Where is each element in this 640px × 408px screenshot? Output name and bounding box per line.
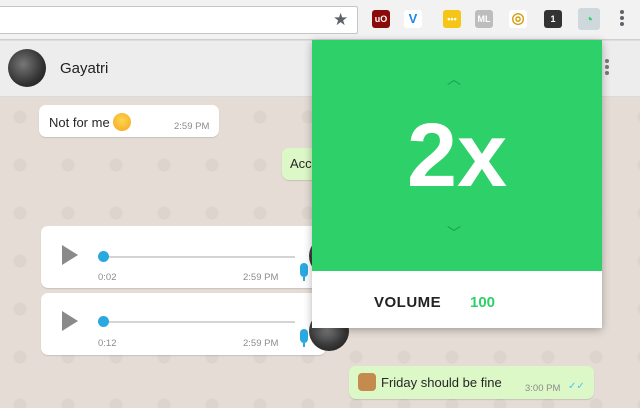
audio-progress-knob[interactable] — [98, 251, 109, 262]
read-receipt-icon: ✓✓ — [568, 381, 585, 392]
speed-panel: ︿ 2x ﹀ — [312, 40, 602, 271]
volume-value[interactable]: 100 — [470, 294, 495, 311]
message-bubble: Friday should be fine 3:00 PM ✓✓ — [349, 366, 594, 399]
contact-name[interactable]: Gayatri — [60, 60, 108, 77]
audio-progress-track[interactable] — [101, 256, 295, 258]
message-bubble: Not for me 2:59 PM — [39, 105, 219, 137]
volume-label: VOLUME — [374, 294, 442, 311]
message-time: 2:59 PM — [243, 338, 279, 349]
speed-extension-icon[interactable]: ◔ — [578, 8, 600, 30]
speed-down-icon[interactable]: ﹀ — [442, 226, 466, 240]
play-icon[interactable] — [62, 311, 78, 331]
circle-extension-icon[interactable]: ◎ — [509, 10, 527, 28]
notes-extension-icon[interactable]: ••• — [443, 10, 461, 28]
grimace-emoji-icon — [112, 113, 131, 131]
message-time: 2:59 PM — [174, 121, 210, 132]
message-time: 2:59 PM — [243, 272, 279, 283]
message-text: Friday should be fine — [381, 375, 502, 390]
microphone-icon — [300, 263, 308, 281]
speed-value: 2x — [406, 106, 508, 206]
browser-menu-icon[interactable] — [616, 8, 628, 32]
address-bar[interactable] — [0, 6, 358, 34]
bookmark-star-icon[interactable]: ★ — [333, 10, 348, 30]
audio-progress-track[interactable] — [101, 321, 295, 323]
messages-extension-icon[interactable]: 1 — [544, 10, 562, 28]
message-time: 3:00 PM — [525, 383, 561, 394]
ublock-extension-icon[interactable]: uO — [372, 10, 390, 28]
microphone-icon — [300, 329, 308, 347]
speed-extension-popup: ︿ 2x ﹀ VOLUME 100 — [312, 40, 602, 328]
thumbs-up-emoji-icon — [358, 373, 376, 391]
ml-extension-icon[interactable]: ML — [475, 10, 493, 28]
voice-duration: 0:12 — [98, 338, 117, 349]
audio-progress-knob[interactable] — [98, 316, 109, 327]
message-text: Acc — [290, 156, 312, 171]
voice-duration: 0:02 — [98, 272, 117, 283]
play-icon[interactable] — [62, 245, 78, 265]
vpn-extension-icon[interactable]: V — [404, 10, 422, 28]
avatar[interactable] — [8, 49, 46, 87]
browser-toolbar: ★ uO V ••• ML ◎ 1 ◔ — [0, 0, 640, 40]
voice-message: 0:02 2:59 PM — [41, 226, 349, 288]
chat-menu-icon[interactable] — [603, 57, 611, 79]
speed-up-icon[interactable]: ︿ — [442, 72, 466, 86]
message-text: Not for me — [49, 115, 110, 130]
voice-message: 0:12 2:59 PM — [41, 293, 349, 355]
